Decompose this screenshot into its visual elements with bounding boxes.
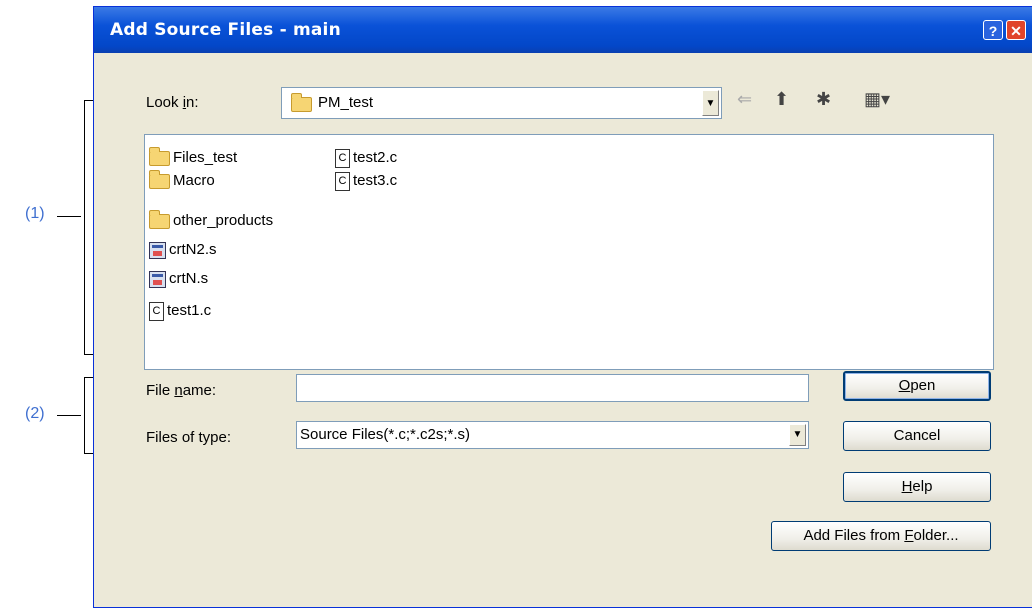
files-of-type-dropdown[interactable]: Source Files(*.c;*.c2s;*.s) ▼ xyxy=(296,421,809,449)
folder-icon xyxy=(149,146,170,166)
open-button[interactable]: Open xyxy=(843,371,991,401)
file-name-label: File name: xyxy=(146,382,217,399)
list-item[interactable]: Macro xyxy=(149,169,215,192)
chevron-down-icon[interactable]: ▼ xyxy=(702,90,719,116)
callout-label-2: (2) xyxy=(25,405,45,422)
add-source-files-dialog: Add Source Files - main ? ✕ Look in: PM_… xyxy=(93,6,1032,608)
chevron-down-icon[interactable]: ▼ xyxy=(789,424,806,446)
list-item[interactable]: crtN.s xyxy=(149,268,208,290)
folder-icon xyxy=(291,93,312,112)
c-file-icon: C xyxy=(335,171,350,191)
list-item-label: crtN.s xyxy=(169,270,209,287)
list-item-label: test2.c xyxy=(353,149,398,166)
files-of-type-value: Source Files(*.c;*.c2s;*.s) xyxy=(300,426,471,443)
callout-leader-1 xyxy=(57,216,81,217)
new-folder-icon[interactable]: ✱ xyxy=(816,89,831,110)
close-icon[interactable]: ✕ xyxy=(1006,20,1026,40)
asm-file-icon xyxy=(149,270,166,288)
folder-icon xyxy=(149,209,170,229)
title-bar[interactable]: Add Source Files - main ? ✕ xyxy=(94,7,1032,53)
list-item[interactable]: Ctest3.c xyxy=(335,170,397,192)
list-item-label: Macro xyxy=(173,172,215,189)
list-item[interactable]: crtN2.s xyxy=(149,239,217,261)
list-item-label: crtN2.s xyxy=(169,241,217,258)
list-item-label: Files_test xyxy=(173,149,238,166)
add-files-from-folder-button[interactable]: Add Files from Folder... xyxy=(771,521,991,551)
cancel-button[interactable]: Cancel xyxy=(843,421,991,451)
c-file-icon: C xyxy=(149,301,164,321)
look-in-dropdown[interactable]: PM_test ▼ xyxy=(281,87,722,119)
asm-file-icon xyxy=(149,241,166,259)
list-item-label: test3.c xyxy=(353,172,398,189)
files-of-type-label: Files of type: xyxy=(146,429,232,446)
c-file-icon: C xyxy=(335,148,350,168)
list-item-label: other_products xyxy=(173,212,274,229)
look-in-value: PM_test xyxy=(318,94,374,111)
list-item[interactable]: Ctest1.c xyxy=(149,300,211,322)
help-icon[interactable]: ? xyxy=(983,20,1003,40)
folder-icon xyxy=(149,169,170,189)
window-title: Add Source Files - main xyxy=(110,20,341,40)
look-in-label: Look in: xyxy=(146,94,199,111)
list-item[interactable]: Files_test xyxy=(149,146,238,169)
help-button[interactable]: Help xyxy=(843,472,991,502)
list-item-label: test1.c xyxy=(167,302,212,319)
list-item[interactable]: Ctest2.c xyxy=(335,147,397,169)
back-arrow-icon[interactable]: ⇐ xyxy=(737,89,752,110)
callout-label-1: (1) xyxy=(25,205,45,222)
up-folder-icon[interactable]: ⬆ xyxy=(774,89,789,110)
view-menu-icon[interactable]: ▦▾ xyxy=(864,89,890,110)
file-name-input[interactable] xyxy=(296,374,809,402)
callout-leader-2 xyxy=(57,415,81,416)
file-list[interactable]: Files_test Macro other_products crtN2.s … xyxy=(144,134,994,370)
list-item[interactable]: other_products xyxy=(149,209,274,232)
